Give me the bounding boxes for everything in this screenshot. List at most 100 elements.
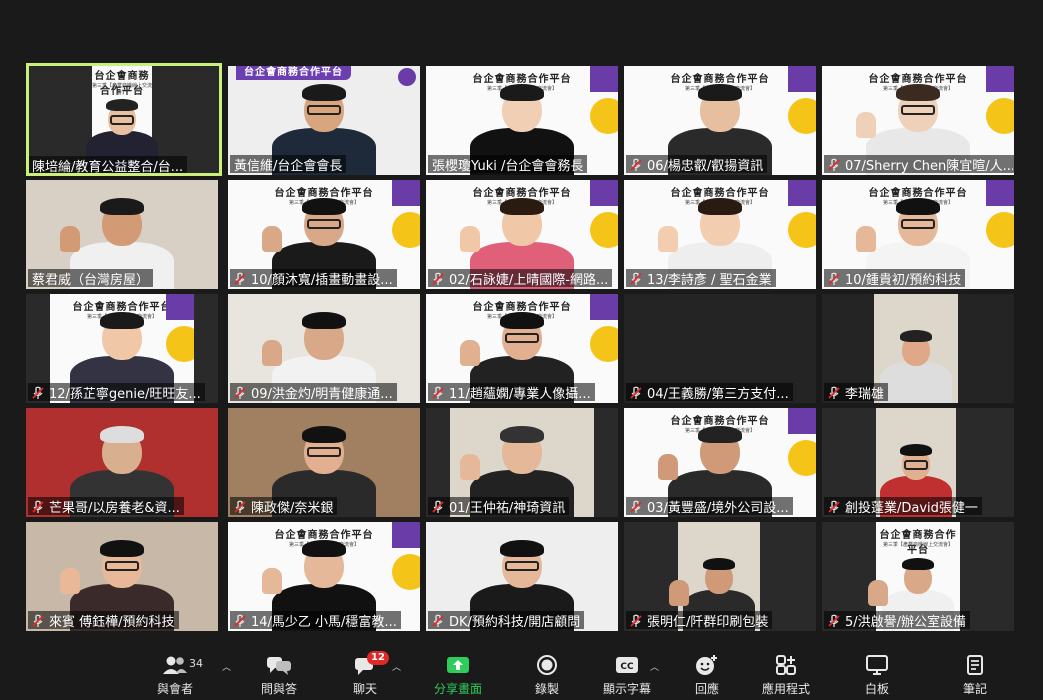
- participant-nameplate: 01/王仲祐/神琦資訊: [428, 497, 570, 516]
- participant-name: 張櫻瓊Yuki /台企會會務長: [432, 158, 584, 174]
- participant-video-tile[interactable]: 台企會商務合作平台第三季【產業商機線上交流會】11/趙蘊嫻/專業人像攝...: [426, 294, 618, 403]
- whiteboard-label: 白板: [864, 682, 889, 696]
- qa-label: 問與答: [260, 682, 297, 696]
- participant-nameplate: 06/楊忠叡/叡揚資訊: [626, 155, 768, 173]
- participant-video-tile[interactable]: 台企會商務合作平台第三季【產業商機線上交流會】張櫻瓊Yuki /台企會會務長: [426, 66, 618, 175]
- microphone-muted-icon: [827, 271, 841, 285]
- platform-logo-icon: [788, 408, 816, 434]
- slide-subtitle: 第三季【產業商機線上交流會】: [882, 542, 953, 548]
- participant-name: 李瑞雄: [845, 386, 885, 402]
- participant-nameplate: 5/洪啟譽/辦公室設備: [824, 611, 971, 629]
- participant-name: 10/鍾貴初/預約科技: [845, 272, 962, 288]
- participant-nameplate: 02/石詠婕/上晴國際-網路...: [428, 269, 613, 287]
- participant-video-tile[interactable]: 台企會商務合作平台第三季【產業商機線上交流會】13/李詩彥 / 聖石金業: [624, 180, 816, 289]
- participant-video-tile[interactable]: 台企會商務合作平台第三季【產業商機線上交流會】10/顏沐寬/插畫動畫設...: [228, 180, 420, 289]
- participant-name: 陳政傑/奈米銀: [251, 500, 334, 516]
- participant-video-tile[interactable]: 創投蓬業/David張健一: [822, 408, 1014, 517]
- participant-video-tile[interactable]: 張明仁/阡群印刷包裝: [624, 522, 816, 631]
- record-button[interactable]: 錄製: [522, 648, 572, 700]
- notes-icon: [965, 654, 985, 676]
- decorative-yellow-shape: [590, 98, 618, 134]
- participants-label: 與會者: [156, 682, 193, 696]
- participant-video-tile[interactable]: 台企會商務合作平台 第三季【產業商機線上交流會】 陳培綸/教育公益整合/台...: [26, 63, 222, 176]
- participants-caret-icon[interactable]: ︿: [222, 660, 231, 673]
- microphone-muted-icon: [31, 499, 45, 513]
- captions-button[interactable]: CC 顯示字幕: [597, 648, 657, 700]
- participant-video-tile[interactable]: 蔡君威（台灣房屋）: [26, 180, 218, 289]
- captions-icon: CC: [615, 654, 639, 676]
- reactions-icon: [695, 654, 719, 676]
- thumbs-up-gesture: [262, 226, 282, 253]
- microphone-muted-icon: [629, 613, 643, 627]
- participant-video-tile[interactable]: 李瑞雄: [822, 294, 1014, 403]
- platform-logo-icon: [788, 66, 816, 92]
- participant-video-tile[interactable]: 來賓 傅鈺樺/預約科技: [26, 522, 218, 631]
- participant-nameplate: 張櫻瓊Yuki /台企會會務長: [428, 155, 588, 174]
- participant-nameplate: 11/趙蘊嫻/專業人像攝...: [428, 383, 595, 401]
- apps-button[interactable]: 應用程式: [756, 648, 816, 700]
- participant-name: 07/Sherry Chen陳宜暄/人...: [845, 158, 1013, 174]
- platform-logo-icon: [986, 180, 1014, 206]
- participant-video-tile[interactable]: 台企會商務合作平台第三季【產業商機線上交流會】06/楊忠叡/叡揚資訊: [624, 66, 816, 175]
- participants-button[interactable]: 與會者: [150, 648, 200, 700]
- participant-nameplate: 12/孫芷寧genie/旺旺友...: [28, 383, 205, 401]
- participant-name: DK/預約科技/開店顧問: [449, 614, 581, 630]
- participant-video-tile[interactable]: 台企會商務合作平台第三季【產業商機線上交流會】12/孫芷寧genie/旺旺友..…: [26, 294, 218, 403]
- participant-nameplate: 蔡君威（台灣房屋）: [28, 269, 154, 287]
- captions-caret-icon[interactable]: ︿: [650, 660, 659, 673]
- participant-video-tile[interactable]: 台企會商務合作平台 黃信維/台企會會長: [228, 66, 420, 175]
- thumbs-up-gesture: [460, 226, 480, 253]
- participant-video-tile[interactable]: 台企會商務合作平台第三季【產業商機線上交流會】07/Sherry Chen陳宜暄…: [822, 66, 1014, 175]
- participant-name: 14/馬少乙 小馬/穩富教...: [251, 614, 397, 630]
- reactions-button[interactable]: 回應: [682, 648, 732, 700]
- video-gallery: 台企會商務合作平台 第三季【產業商機線上交流會】 陳培綸/教育公益整合/台... 台企…: [0, 0, 1043, 648]
- record-label: 錄製: [534, 682, 559, 696]
- share-screen-button[interactable]: 分享畫面: [428, 648, 488, 700]
- participant-name: 來賓 傅鈺樺/預約科技: [49, 614, 175, 630]
- notes-button[interactable]: 筆記: [950, 648, 1000, 700]
- thumbs-up-gesture: [856, 226, 876, 253]
- participant-name: 黃信維/台企會會長: [234, 158, 343, 174]
- participant-video-tile[interactable]: 台企會商務合作平台第三季【產業商機線上交流會】10/鍾貴初/預約科技: [822, 180, 1014, 289]
- participant-video-tile[interactable]: 陳政傑/奈米銀: [228, 408, 420, 517]
- participant-video-tile[interactable]: 04/王義勝/第三方支付...: [624, 294, 816, 403]
- chat-label: 聊天: [352, 682, 377, 696]
- microphone-muted-icon: [233, 271, 247, 285]
- meeting-toolbar: 與會者 34 ︿ 問與答 聊天 12 ︿ 分享畫面 錄製 CC 顯示字幕 ︿ 回…: [0, 648, 1043, 700]
- thumbs-up-gesture: [460, 454, 480, 481]
- microphone-muted-icon: [431, 613, 445, 627]
- participant-nameplate: 10/顏沐寬/插畫動畫設...: [230, 269, 397, 287]
- chat-caret-icon[interactable]: ︿: [392, 660, 401, 673]
- thumbs-up-gesture: [868, 579, 888, 606]
- participant-video-tile[interactable]: 台企會商務合作平台 第三季【產業商機線上交流會】 5/洪啟譽/辦公室設備: [822, 522, 1014, 631]
- microphone-muted-icon: [629, 271, 643, 285]
- microphone-muted-icon: [827, 613, 841, 627]
- participant-video-tile[interactable]: 01/王仲祐/神琦資訊: [426, 408, 618, 517]
- slide-subtitle: 第三季【產業商機線上交流會】: [92, 83, 152, 96]
- participant-nameplate: 芒果哥/以房養老&資...: [28, 497, 184, 515]
- participant-nameplate: 14/馬少乙 小馬/穩富教...: [230, 611, 401, 629]
- decorative-yellow-shape: [986, 212, 1014, 248]
- whiteboard-button[interactable]: 白板: [852, 648, 902, 700]
- thumbs-up-gesture: [856, 112, 876, 139]
- reactions-label: 回應: [694, 682, 719, 696]
- qa-button[interactable]: 問與答: [254, 648, 304, 700]
- participant-name: 陳培綸/教育公益整合/台...: [32, 159, 184, 175]
- thumbs-up-gesture: [658, 226, 678, 253]
- decorative-yellow-shape: [166, 326, 194, 362]
- participant-name: 01/王仲祐/神琦資訊: [449, 500, 566, 516]
- participant-name: 13/李詩彥 / 聖石金業: [647, 272, 772, 288]
- participant-nameplate: 張明仁/阡群印刷包裝: [626, 611, 773, 629]
- microphone-muted-icon: [629, 385, 643, 399]
- participant-video-tile[interactable]: 芒果哥/以房養老&資...: [26, 408, 218, 517]
- decorative-yellow-shape: [788, 440, 816, 476]
- platform-logo-icon: [392, 180, 420, 206]
- participant-video-tile[interactable]: 台企會商務合作平台第三季【產業商機線上交流會】03/黃豐盛/境外公司設...: [624, 408, 816, 517]
- participant-video-tile[interactable]: 台企會商務合作平台第三季【產業商機線上交流會】02/石詠婕/上晴國際-網路...: [426, 180, 618, 289]
- participant-video-tile[interactable]: DK/預約科技/開店顧問: [426, 522, 618, 631]
- thumbs-up-gesture: [262, 340, 282, 367]
- participant-nameplate: 13/李詩彥 / 聖石金業: [626, 269, 776, 287]
- participant-video-tile[interactable]: 台企會商務合作平台第三季【產業商機線上交流會】14/馬少乙 小馬/穩富教...: [228, 522, 420, 631]
- participant-name: 10/顏沐寬/插畫動畫設...: [251, 272, 393, 288]
- participant-video-tile[interactable]: 09/洪金灼/明青健康通...: [228, 294, 420, 403]
